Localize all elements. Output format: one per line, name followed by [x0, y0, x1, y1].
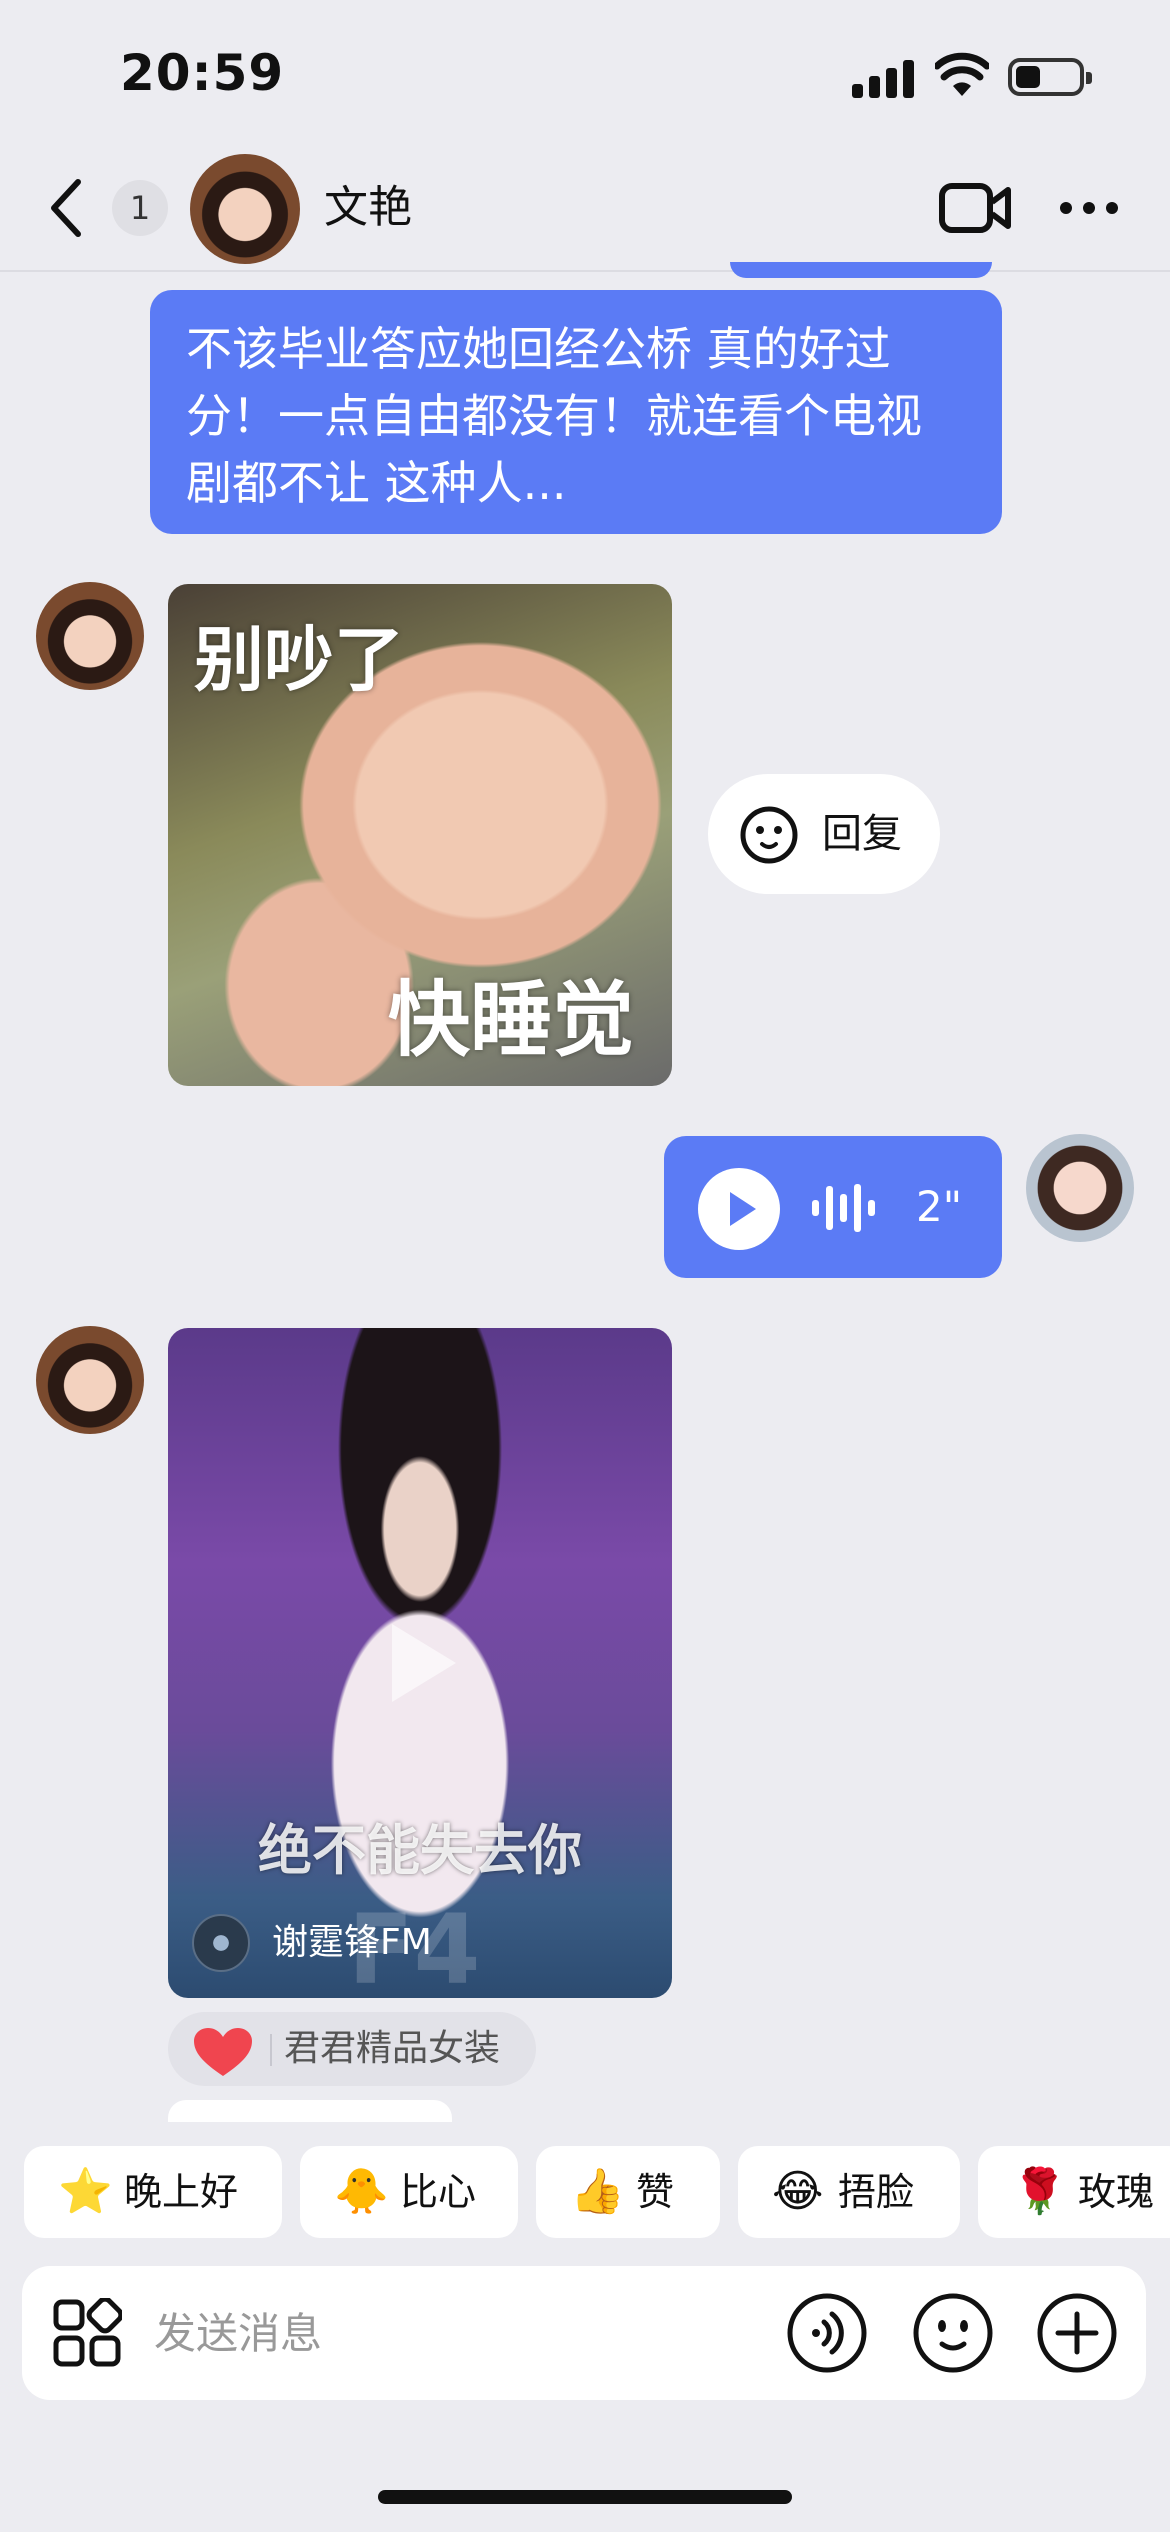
sound-wave-icon	[812, 1184, 875, 1232]
heart-icon	[194, 2028, 252, 2076]
sticker-top-text: 别吵了	[194, 619, 404, 701]
quick-reply-bar: ⭐ 晚上好 🐥 比心 👍 赞 😂 捂脸 🌹 玫瑰	[0, 2126, 1170, 2262]
rose-icon: 🌹	[1012, 2166, 1067, 2217]
video-caption: 绝不能失去你	[258, 1819, 582, 1882]
reaction-divider	[270, 2034, 272, 2066]
wifi-icon	[935, 52, 989, 96]
quick-reply-chip[interactable]: 👍 赞	[536, 2146, 720, 2238]
quick-reply-label: 捂脸	[838, 2170, 915, 2214]
voice-input-icon[interactable]	[786, 2292, 868, 2374]
play-icon[interactable]	[382, 1618, 462, 1708]
battery-icon	[1008, 58, 1092, 96]
play-icon[interactable]	[698, 1168, 780, 1250]
reaction-user-name: 君君精品女装	[284, 2028, 501, 2069]
status-bar: 20:59	[0, 0, 1170, 150]
reply-label: 回复	[822, 811, 902, 857]
sticker-bottom-text: 快睡觉	[387, 973, 634, 1068]
status-time: 20:59	[120, 44, 285, 102]
previous-bubble-edge	[730, 262, 992, 278]
quick-reply-chip[interactable]: 🌹 玫瑰	[978, 2146, 1170, 2238]
thumbs-up-icon: 👍	[570, 2166, 625, 2217]
unread-count-badge[interactable]: 1	[112, 180, 168, 236]
reply-button[interactable]: 回复	[708, 774, 940, 894]
chick-icon: 🐥	[334, 2166, 389, 2217]
quick-reply-label: 比心	[400, 2170, 477, 2214]
video-share-card[interactable]: 绝不能失去你 F4 谢霆锋FM	[168, 1328, 672, 1998]
home-indicator	[378, 2490, 792, 2504]
message-input[interactable]	[154, 2296, 754, 2370]
quick-reply-label: 赞	[636, 2170, 675, 2214]
video-camera-icon[interactable]	[938, 180, 1012, 236]
reaction-pill[interactable]: 君君精品女装	[168, 2012, 536, 2086]
quick-reply-chip[interactable]: 😂 捂脸	[738, 2146, 960, 2238]
contact-avatar[interactable]	[190, 154, 300, 264]
channel-avatar	[192, 1914, 250, 1972]
smiley-face-icon	[740, 806, 798, 864]
apps-grid-icon[interactable]	[52, 2298, 122, 2368]
my-avatar[interactable]	[1026, 1134, 1134, 1242]
quick-reply-chip[interactable]: ⭐ 晚上好	[24, 2146, 282, 2238]
star-icon: ⭐	[58, 2166, 113, 2217]
chat-header: 1 文艳	[0, 150, 1170, 272]
channel-name: 谢霆锋FM	[272, 1922, 432, 1963]
quick-reply-chip[interactable]: 🐥 比心	[300, 2146, 518, 2238]
contact-avatar[interactable]	[36, 582, 144, 690]
cellular-signal-icon	[852, 58, 914, 98]
quick-reply-label: 玫瑰	[1078, 2170, 1155, 2214]
contact-name[interactable]: 文艳	[324, 178, 412, 238]
message-input-bar	[22, 2266, 1146, 2400]
laughing-face-icon: 😂	[772, 2166, 824, 2217]
voice-message-bubble[interactable]: 2"	[664, 1136, 1002, 1278]
voice-duration: 2"	[916, 1182, 963, 1231]
text-message-bubble[interactable]: 不该毕业答应她回经公桥 真的好过分！一点自由都没有！就连看个电视剧都不让 这种人…	[150, 290, 1002, 534]
chevron-left-icon[interactable]	[42, 176, 92, 240]
next-message-peek	[168, 2100, 452, 2122]
smiley-face-icon[interactable]	[912, 2292, 994, 2374]
quick-reply-label: 晚上好	[124, 2170, 239, 2214]
plus-circle-icon[interactable]	[1036, 2292, 1118, 2374]
contact-avatar[interactable]	[36, 1326, 144, 1434]
sticker-image[interactable]: 别吵了 快睡觉	[168, 584, 672, 1086]
more-dots-icon[interactable]	[1058, 198, 1120, 218]
